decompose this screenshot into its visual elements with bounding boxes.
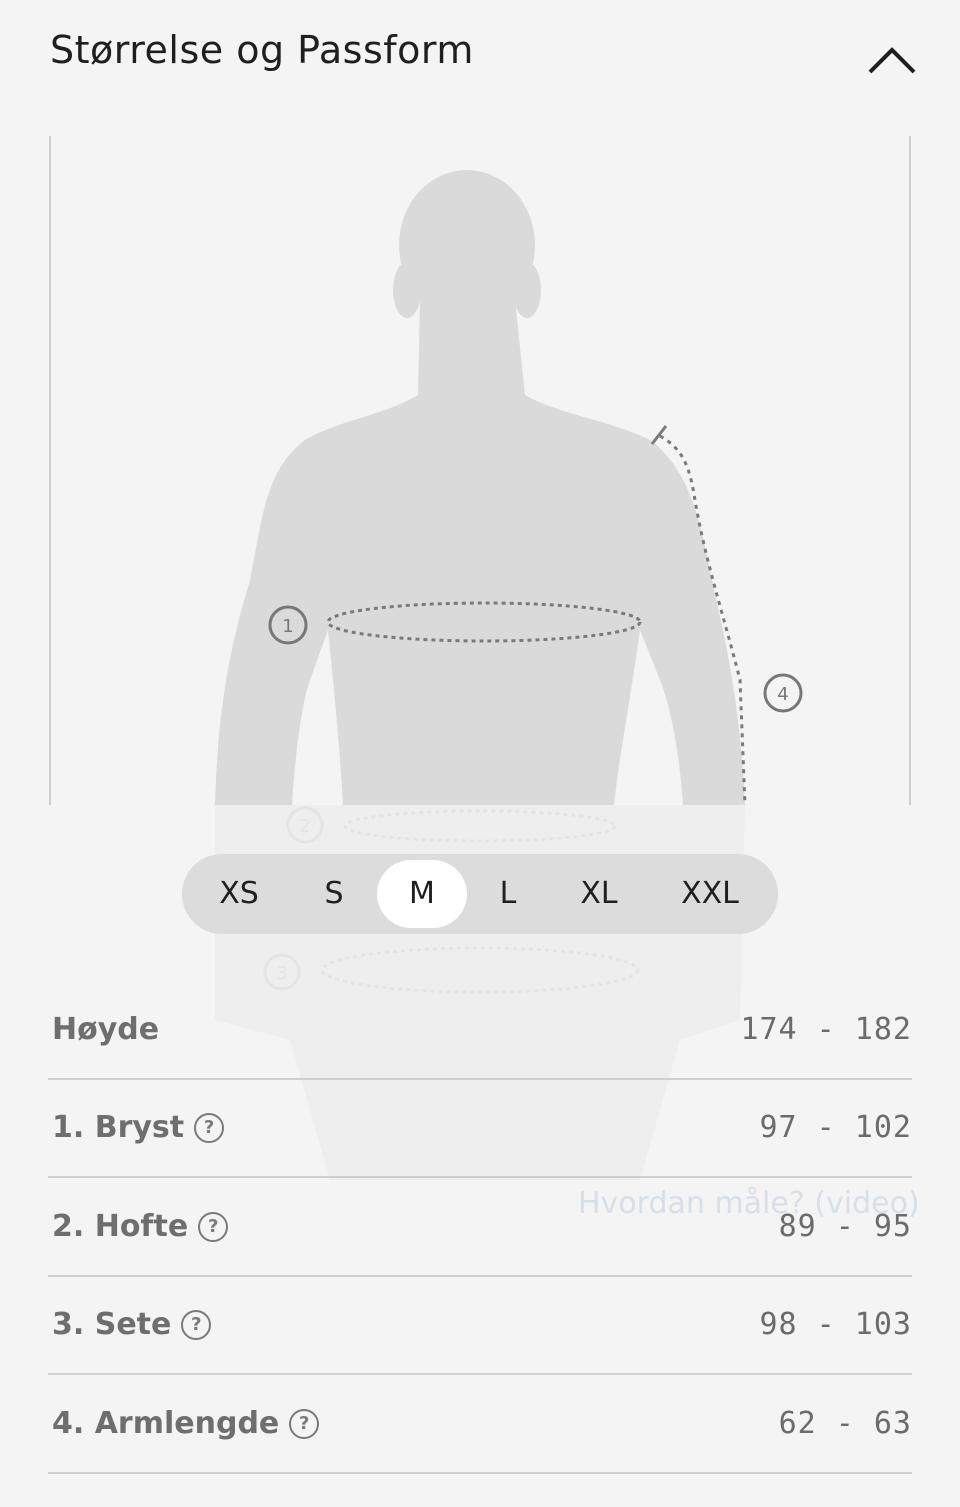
section-title: Størrelse og Passform xyxy=(50,28,474,72)
measurement-row-seat: 3. Sete ? 98 - 103 xyxy=(48,1277,912,1375)
measurement-label: 2. Hofte xyxy=(52,1209,189,1244)
measurement-label: 4. Armlengde xyxy=(52,1406,280,1441)
size-option-s[interactable]: S xyxy=(289,860,379,928)
row-divider xyxy=(48,1373,912,1375)
body-silhouette xyxy=(215,170,745,805)
row-divider xyxy=(48,1176,912,1178)
size-option-xl[interactable]: XL xyxy=(554,860,644,928)
size-option-xxl[interactable]: XXL xyxy=(666,860,754,928)
size-option-l[interactable]: L xyxy=(463,860,553,928)
measurement-value: 97 - 102 xyxy=(759,1110,912,1145)
help-icon[interactable]: ? xyxy=(181,1309,212,1340)
chevron-up-icon[interactable] xyxy=(862,38,922,82)
size-option-xs[interactable]: XS xyxy=(194,860,284,928)
svg-text:3: 3 xyxy=(276,963,287,984)
help-icon[interactable]: ? xyxy=(289,1408,320,1439)
measurement-value: 62 - 63 xyxy=(778,1406,912,1441)
measurement-label: 3. Sete xyxy=(52,1307,172,1342)
measurement-row-arm-length: 4. Armlengde ? 62 - 63 xyxy=(48,1376,912,1474)
svg-text:1: 1 xyxy=(282,616,293,637)
svg-text:4: 4 xyxy=(777,684,788,705)
help-icon[interactable]: ? xyxy=(198,1211,229,1242)
body-illustration: 1 4 xyxy=(0,130,960,810)
measurement-value: 98 - 103 xyxy=(759,1307,912,1342)
svg-text:2: 2 xyxy=(299,816,310,837)
measurement-value: 89 - 95 xyxy=(778,1209,912,1244)
marker-4: 4 xyxy=(763,673,803,713)
measurement-value: 174 - 182 xyxy=(740,1012,912,1047)
measurement-row-chest: 1. Bryst ? 97 - 102 xyxy=(48,1080,912,1178)
measurement-row-hip: 2. Hofte ? 89 - 95 xyxy=(48,1179,912,1277)
measurement-row-height: Høyde 174 - 182 xyxy=(48,982,912,1080)
size-selector: XS S M L XL XXL xyxy=(182,854,778,934)
help-icon[interactable]: ? xyxy=(194,1112,225,1143)
row-divider xyxy=(48,1472,912,1474)
size-option-m[interactable]: M xyxy=(377,860,467,928)
measurement-label: Høyde xyxy=(52,1012,160,1047)
measurement-label: 1. Bryst xyxy=(52,1110,185,1145)
section-header[interactable]: Størrelse og Passform xyxy=(0,0,960,110)
